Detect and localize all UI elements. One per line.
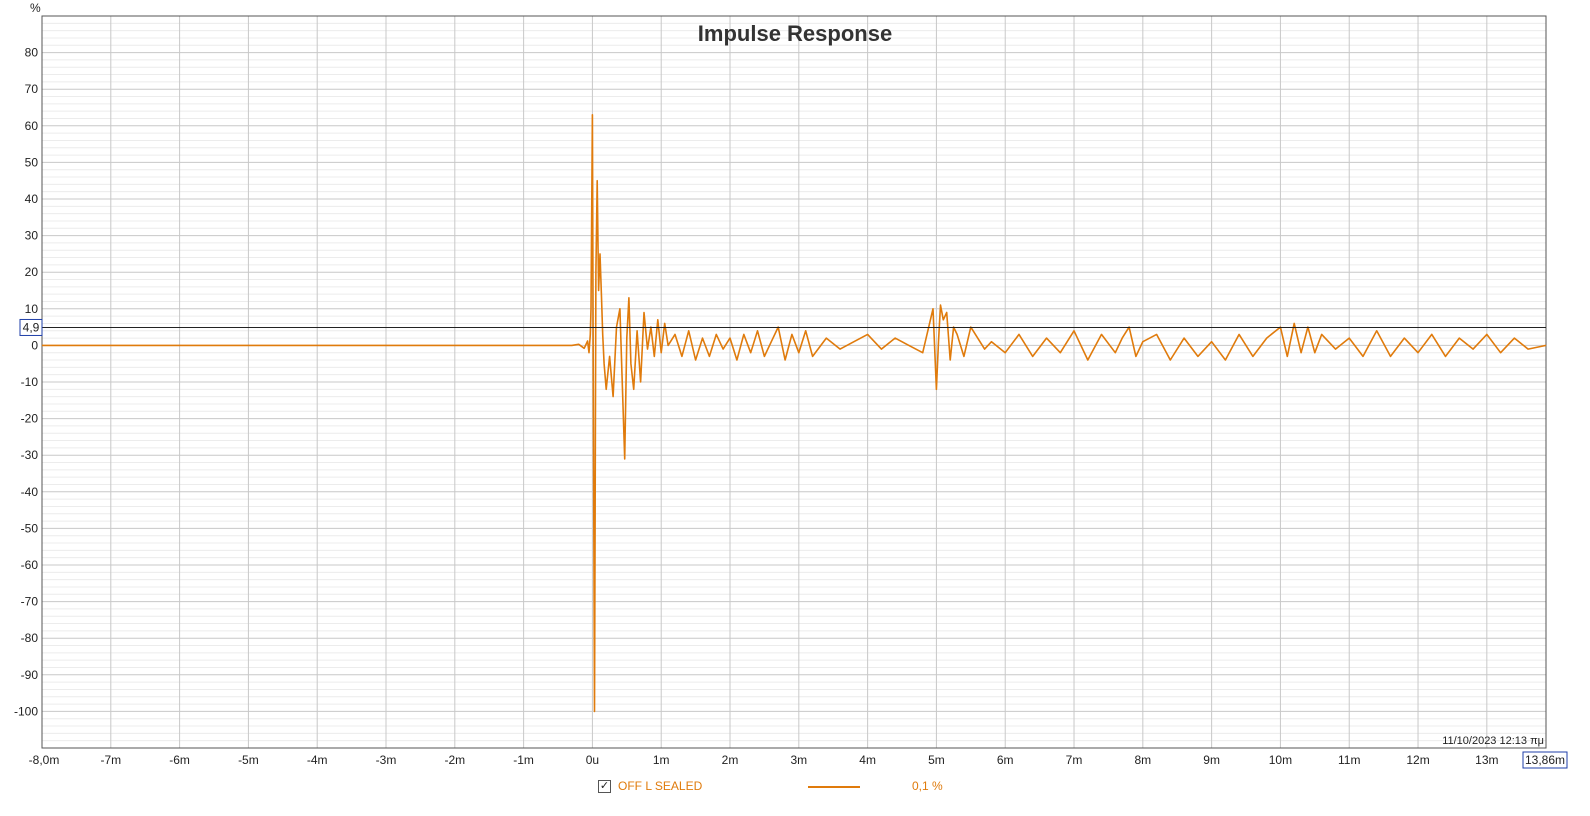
x-end-label: 13,86m: [1525, 753, 1565, 767]
legend-line-swatch: [808, 786, 860, 788]
x-tick-label: 4m: [859, 753, 876, 767]
y-tick-label: -100: [14, 704, 38, 718]
x-tick-label: -7m: [100, 753, 121, 767]
x-tick-label: -4m: [307, 753, 328, 767]
series-group: [42, 114, 1547, 713]
y-tick-label: -40: [21, 485, 39, 499]
x-tick-labels: -8,0m -7m -6m -5m -4m -3m -2m -1m 0u 1m 2m 3m 4m 5m 6m…: [29, 751, 1568, 769]
x-tick-label: 7m: [1066, 753, 1083, 767]
legend-smoothing-value: 0,1 %: [912, 779, 943, 793]
timestamp: 11/10/2023 12:13 πμ: [1442, 735, 1544, 747]
y-tick-labels: 80 70 60 50 40 30 20 10 0 -10 -20 -30 -40 -50 -60 -70 -8…: [14, 46, 38, 719]
legend: ✓ OFF L SEALED 0,1 %: [0, 778, 1590, 798]
y-tick-label: 40: [25, 192, 39, 206]
x-tick-label: 10m: [1269, 753, 1292, 767]
y-tick-label: 0: [31, 338, 38, 352]
y-tick-label: 60: [25, 119, 39, 133]
chart-title: Impulse Response: [698, 21, 892, 46]
x-tick-label: 5m: [928, 753, 945, 767]
y-tick-label: 80: [25, 46, 39, 60]
y-tick-label: 50: [25, 155, 39, 169]
x-tick-label: -2m: [444, 753, 465, 767]
x-tick-label: 3m: [790, 753, 807, 767]
x-tick-label: -3m: [376, 753, 397, 767]
y-tick-label: -80: [21, 631, 39, 645]
impulse-response-chart: % 80 70 60 50 40 30 20 10 0 -10 -20 -30 -40 -50 -60 -70…: [14, 1, 1568, 769]
y-tick-label: -50: [21, 521, 39, 535]
x-tick-label: -5m: [238, 753, 259, 767]
y-tick-label: -10: [21, 375, 39, 389]
y-tick-label: 30: [25, 229, 39, 243]
x-tick-label: 0u: [586, 753, 599, 767]
x-tick-label: 6m: [997, 753, 1014, 767]
x-tick-label: 2m: [722, 753, 739, 767]
y-cursor-label: 4,9: [23, 320, 40, 334]
y-tick-label: -20: [21, 412, 39, 426]
x-tick-label: 13m: [1475, 753, 1498, 767]
x-tick-label: -8,0m: [29, 753, 60, 767]
x-tick-label: -1m: [513, 753, 534, 767]
x-tick-label: 1m: [653, 753, 670, 767]
x-tick-label: 11m: [1338, 753, 1360, 767]
y-tick-label: 70: [25, 82, 39, 96]
y-tick-label: 10: [25, 302, 39, 316]
y-tick-label: -90: [21, 668, 39, 682]
series-line: [42, 114, 1547, 713]
y-tick-label: -60: [21, 558, 39, 572]
x-tick-label: -6m: [169, 753, 190, 767]
y-tick-label: -70: [21, 595, 39, 609]
legend-series-name: OFF L SEALED: [618, 779, 703, 793]
x-tick-label: 9m: [1203, 753, 1220, 767]
y-tick-label: -30: [21, 448, 39, 462]
x-tick-label: 12m: [1406, 753, 1429, 767]
series-visibility-checkbox[interactable]: ✓: [598, 780, 611, 793]
y-unit-label: %: [30, 1, 41, 15]
x-tick-label: 8m: [1134, 753, 1151, 767]
grid-lines: [41, 15, 1546, 749]
y-tick-label: 20: [25, 265, 39, 279]
